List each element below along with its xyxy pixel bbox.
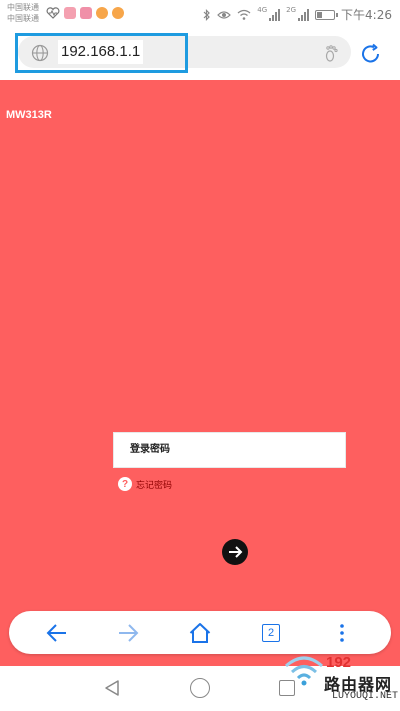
password-input[interactable]: 登录密码 [113,432,346,468]
network-type-2: 2G [286,6,297,14]
watermark: 192 路由器网 LUYOUQI.NET [280,650,398,710]
carrier-label-1: 中国联通 [7,3,39,12]
health-heart-icon [46,7,60,19]
tabs-icon: 2 [262,624,280,642]
system-icons: 4G 2G 下午4:26 [203,6,392,23]
url-highlight-box [15,33,188,73]
forward-arrow-icon [119,624,139,642]
refresh-icon[interactable] [359,42,383,66]
forgot-password-link[interactable]: ? 忘记密码 [118,477,172,491]
login-button[interactable] [222,539,248,565]
signal-icon [269,8,281,21]
weibo-icon [112,7,124,19]
clock: 下午4:26 [341,8,392,22]
home-icon [189,623,211,643]
wifi-icon [237,9,251,20]
forgot-password-label: 忘记密码 [136,480,173,491]
watermark-number: 192 [326,654,352,671]
notification-icons [46,7,124,19]
question-icon: ? [118,477,132,491]
back-arrow-icon [46,624,66,642]
app-notification-icon [64,7,76,19]
browser-url-bar: 192.168.1.1 [0,30,400,80]
carrier-label-2: 中国联通 [7,14,39,23]
status-bar: 中国联通 中国联通 4G 2G 下午4:26 [0,0,400,30]
footprint-icon[interactable] [321,42,343,64]
nav-home-icon[interactable] [190,678,210,698]
router-model-label: MW313R [6,109,52,121]
more-menu-button[interactable] [328,619,356,647]
weibo-icon [96,7,108,19]
browser-toolbar: 2 [9,611,391,654]
router-login-page: MW313R 登录密码 ? 忘记密码 [0,80,400,666]
bluetooth-icon [203,8,211,21]
forward-button[interactable] [114,619,142,647]
nav-back-icon[interactable] [103,679,121,697]
app-notification-icon [80,7,92,19]
tabs-button[interactable]: 2 [257,619,285,647]
signal-icon [298,8,310,21]
watermark-site: LUYOUQI.NET [332,691,399,702]
battery-icon [315,9,339,20]
network-type-1: 4G [257,6,268,14]
more-menu-icon [340,624,344,642]
eye-icon [217,10,232,19]
home-button[interactable] [186,619,214,647]
back-button[interactable] [43,619,71,647]
arrow-right-icon [229,546,243,558]
wifi-logo-icon [285,656,323,686]
